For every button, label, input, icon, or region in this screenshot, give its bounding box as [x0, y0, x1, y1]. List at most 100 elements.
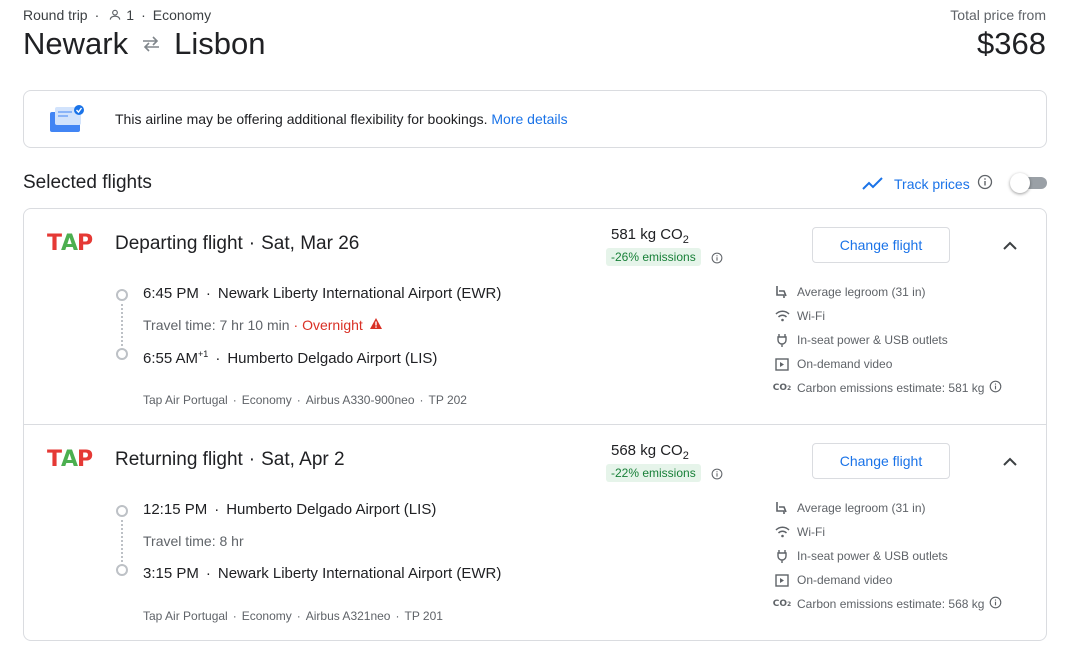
trend-line-icon [862, 176, 883, 190]
swap-arrows-icon [140, 35, 162, 53]
airline-logo: TAP [47, 447, 93, 472]
legroom-icon [774, 500, 790, 516]
flight-direction: Returning flight [115, 449, 243, 470]
departure-airport: Newark Liberty International Airport (EW… [217, 285, 502, 302]
flight-number: TP 202 [428, 393, 467, 407]
banner-text: This airline may be offering additional … [115, 111, 488, 127]
separator-dot: · [141, 7, 146, 23]
chevron-up-icon[interactable] [998, 449, 1022, 473]
departure-time: 6:45 PM [143, 285, 199, 302]
trip-type[interactable]: Round trip [23, 7, 88, 23]
timeline-end-dot [116, 564, 128, 576]
departure-airport: Humberto Delgado Airport (LIS) [226, 501, 437, 518]
co2-icon: CO 2 [772, 599, 792, 609]
timeline-start-dot [116, 505, 128, 517]
flexibility-banner: This airline may be offering additional … [23, 90, 1047, 148]
route-title: Newark Lisbon [23, 26, 265, 62]
co2-amount: 581 kg CO2 [611, 226, 689, 246]
aircraft: Airbus A321neo [305, 609, 391, 623]
emissions-badge: -22% emissions [606, 464, 701, 482]
section-title: Selected flights [23, 172, 152, 193]
track-prices-label[interactable]: Track prices [894, 176, 970, 192]
info-icon[interactable] [977, 174, 993, 193]
travel-time-row: Travel time: 7 hr 10 min · Overnight [143, 317, 383, 333]
track-prices[interactable]: Track prices [862, 174, 993, 193]
info-icon[interactable] [711, 251, 723, 269]
amenity-wifi: Wi-Fi [774, 308, 825, 324]
track-prices-toggle[interactable] [1010, 173, 1047, 193]
amenity-video: On-demand video [774, 572, 892, 588]
travel-time-row: Travel time: 8 hr [143, 533, 244, 549]
info-icon[interactable] [989, 380, 1002, 396]
flight-details: Tap Air Portugal · Economy · Airbus A321neo ·… [143, 609, 443, 623]
departing-flight-title: Departing flight · Sat, Mar 26 [115, 233, 360, 254]
flight-details: Tap Air Portugal · Economy · Airbus A330-900… [143, 393, 467, 407]
co2-icon: CO 2 [772, 383, 792, 393]
more-details-link[interactable]: More details [491, 111, 567, 127]
arrival-time: 3:15 PM [143, 565, 199, 582]
emissions-badge: -26% emissions [606, 248, 701, 266]
timeline-line [121, 304, 123, 346]
cabin-class: Economy [241, 393, 292, 407]
flight-direction: Departing flight [115, 233, 243, 254]
arrival-airport: Humberto Delgado Airport (LIS) [227, 350, 438, 367]
co2-amount: 568 kg CO2 [611, 442, 689, 462]
separator-dot: · [94, 7, 100, 23]
total-price: $368 [977, 26, 1046, 61]
amenity-co2: CO 2 Carbon emissions estimate: 581 kg [772, 380, 1002, 396]
chevron-up-icon[interactable] [998, 233, 1022, 257]
airline-name: Tap Air Portugal [143, 609, 228, 623]
next-day-marker: +1 [198, 349, 209, 359]
amenity-legroom: Average legroom (31 in) [774, 284, 926, 300]
airline-name: Tap Air Portugal [143, 393, 228, 407]
amenity-co2: CO 2 Carbon emissions estimate: 568 kg [772, 596, 1002, 612]
flight-divider [24, 424, 1046, 425]
info-icon[interactable] [711, 467, 723, 485]
legroom-icon [774, 284, 790, 300]
airline-logo: TAP [47, 231, 93, 256]
returning-flight-title: Returning flight · Sat, Apr 2 [115, 449, 345, 470]
cabin-class[interactable]: Economy [153, 7, 211, 23]
cabin-class: Economy [241, 609, 292, 623]
banner-message: This airline may be offering additional … [115, 111, 568, 127]
timeline-start-dot [116, 289, 128, 301]
arrival-stop: 3:15 PM · Newark Liberty International Air… [143, 565, 502, 582]
departure-stop: 6:45 PM · Newark Liberty International Air… [143, 285, 502, 302]
toggle-knob [1010, 173, 1030, 193]
change-flight-button[interactable]: Change flight [812, 443, 950, 479]
passenger-count[interactable]: 1 [126, 7, 134, 23]
amenity-legroom: Average legroom (31 in) [774, 500, 926, 516]
ticket-icon [49, 104, 85, 134]
aircraft: Airbus A330-900neo [305, 393, 415, 407]
overnight-label: Overnight [302, 317, 363, 333]
price-label: Total price from [950, 7, 1046, 23]
warning-icon [369, 317, 383, 333]
timeline-end-dot [116, 348, 128, 360]
wifi-icon [774, 524, 790, 540]
flight-number: TP 201 [404, 609, 443, 623]
trip-summary: Round trip · 1 · Economy [23, 7, 211, 23]
origin-city: Newark [23, 26, 129, 61]
amenity-power: In-seat power & USB outlets [774, 548, 948, 564]
amenity-video: On-demand video [774, 356, 892, 372]
travel-time: Travel time: 7 hr 10 min [143, 317, 290, 333]
power-plug-icon [774, 548, 790, 564]
destination-city: Lisbon [174, 26, 266, 61]
amenity-power: In-seat power & USB outlets [774, 332, 948, 348]
arrival-stop: 6:55 AM+1 · Humberto Delgado Airport (LIS) [143, 349, 438, 367]
departure-stop: 12:15 PM · Humberto Delgado Airport (LIS) [143, 501, 437, 518]
info-icon[interactable] [989, 596, 1002, 612]
wifi-icon [774, 308, 790, 324]
arrival-time: 6:55 AM [143, 350, 199, 367]
amenity-wifi: Wi-Fi [774, 524, 825, 540]
departure-time: 12:15 PM [143, 501, 208, 518]
change-flight-button[interactable]: Change flight [812, 227, 950, 263]
flight-date: Sat, Apr 2 [261, 449, 345, 470]
power-plug-icon [774, 332, 790, 348]
video-icon [774, 572, 790, 588]
flight-date: Sat, Mar 26 [261, 233, 360, 254]
video-icon [774, 356, 790, 372]
person-icon [110, 9, 121, 20]
travel-time: Travel time: 8 hr [143, 533, 244, 549]
arrival-airport: Newark Liberty International Airport (EW… [217, 565, 502, 582]
